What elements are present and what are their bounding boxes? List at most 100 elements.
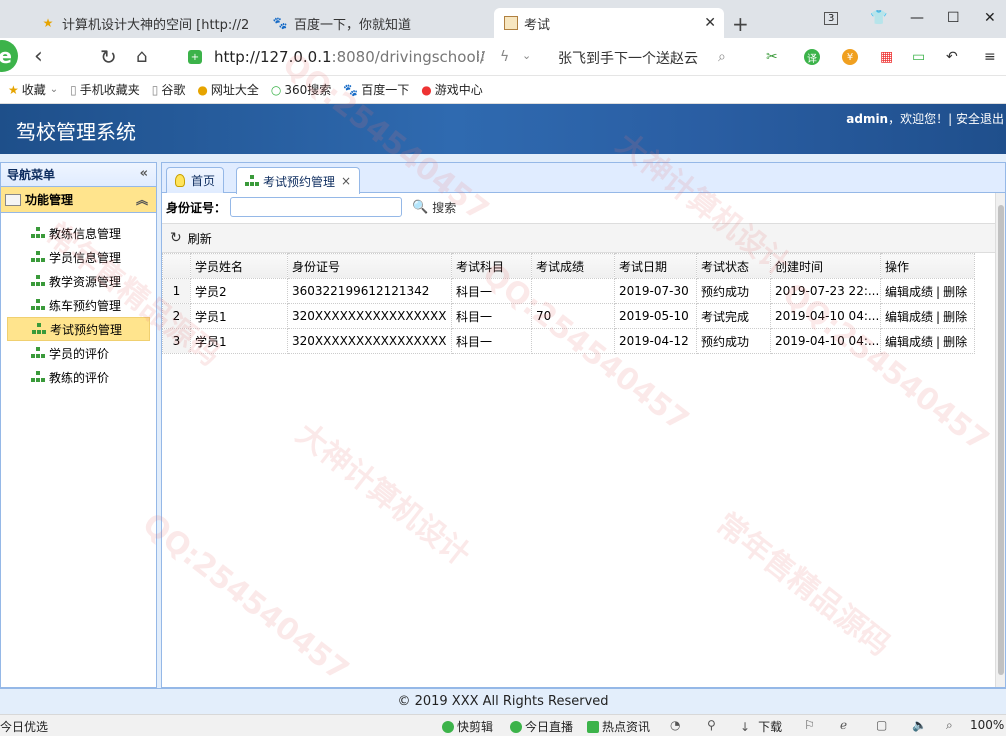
zoom-level[interactable]: 100% xyxy=(970,718,1004,732)
sidebar-item-practice-booking[interactable]: 练车预约管理 xyxy=(7,293,150,317)
edit-score-link[interactable]: 编辑成绩 xyxy=(885,335,933,349)
tab-home[interactable]: 首页 xyxy=(166,167,225,193)
close-tab-icon[interactable]: ✕ xyxy=(704,15,716,31)
column-header[interactable]: 考试科目 xyxy=(451,253,532,279)
back-icon[interactable]: ‹ xyxy=(34,44,43,69)
accordion-header[interactable]: 功能管理 ︽ xyxy=(1,187,156,213)
column-header[interactable]: 考试日期 xyxy=(614,253,697,279)
scrollbar-thumb[interactable] xyxy=(998,205,1004,675)
bookmark-label: 百度一下 xyxy=(361,83,410,97)
bookmark-360[interactable]: ○ 360搜索 xyxy=(271,81,331,98)
refresh-button[interactable]: 刷新 xyxy=(188,230,212,247)
scissors-icon[interactable]: ✂ xyxy=(766,49,778,65)
table-row[interactable]: 1 学员2 360322199612121342 科目一 2019-07-30 … xyxy=(162,278,975,304)
browser-tab-3[interactable]: 考试 ✕ xyxy=(494,8,724,38)
table-row[interactable]: 3 学员1 320XXXXXXXXXXXXXXXX 科目一 2019-04-12… xyxy=(162,328,975,354)
battery-icon[interactable]: ▭ xyxy=(912,49,925,65)
sidebar-item-student-review[interactable]: 学员的评价 xyxy=(7,341,150,365)
speed-icon[interactable]: ◔ xyxy=(670,718,680,732)
delete-link[interactable]: 删除 xyxy=(943,285,967,299)
speaker-icon[interactable]: 🔈 xyxy=(912,718,927,732)
edit-score-link[interactable]: 编辑成绩 xyxy=(885,310,933,324)
search-hint[interactable]: 张飞到手下一个送赵云 xyxy=(558,48,698,68)
column-header[interactable]: 考试成绩 xyxy=(531,253,615,279)
apps-icon[interactable]: ▦ xyxy=(880,49,893,65)
sidebar-title: 导航菜单 xyxy=(7,168,56,182)
user-info: admin，欢迎您！| 安全退出 xyxy=(846,110,1004,127)
status-item-live[interactable]: 今日直播 xyxy=(510,718,573,735)
refresh-icon[interactable]: ↻ xyxy=(170,230,182,246)
status-item-clip[interactable]: 快剪辑 xyxy=(442,718,493,735)
sidebar-item-student-info[interactable]: 学员信息管理 xyxy=(7,245,150,269)
flag-icon[interactable]: ⚐ xyxy=(804,718,815,732)
home-icon[interactable]: ⌂ xyxy=(136,46,147,67)
address-bar[interactable]: + http://127.0.0.1:8080/drivingschool/ xyxy=(188,43,550,71)
id-number-input[interactable] xyxy=(230,197,403,217)
news-icon xyxy=(587,720,599,733)
bookmark-mobile[interactable]: ▯ 手机收藏夹 xyxy=(70,81,140,98)
ie-icon[interactable]: ℯ xyxy=(840,718,847,732)
globe-icon: ● xyxy=(197,82,208,97)
accordion-title: 功能管理 xyxy=(25,193,74,207)
tab-count-badge[interactable]: 3 xyxy=(824,12,839,25)
bookmark-baidu[interactable]: 🐾 百度一下 xyxy=(343,81,409,98)
double-chevron-left-icon[interactable]: « xyxy=(140,166,148,181)
menu-icon[interactable]: ≡ xyxy=(984,49,996,65)
close-window-icon[interactable]: ✕ xyxy=(984,10,996,26)
subject-cell: 科目一 xyxy=(451,278,532,304)
status-cell: 考试完成 xyxy=(696,303,771,329)
delete-link[interactable]: 删除 xyxy=(943,335,967,349)
search-icon[interactable]: ⌕ xyxy=(718,49,726,65)
new-tab-icon[interactable]: + xyxy=(732,12,749,36)
bookmark-label: 游戏中心 xyxy=(434,83,483,97)
sidebar-item-exam-booking[interactable]: 考试预约管理 xyxy=(7,317,150,341)
tree-icon xyxy=(245,175,259,187)
actions-cell: 编辑成绩 | 删除 xyxy=(880,278,975,304)
search-button[interactable]: 🔍 搜索 xyxy=(412,199,456,216)
pin-icon[interactable]: ⚲ xyxy=(707,718,716,732)
sidebar-item-resources[interactable]: 教学资源管理 xyxy=(7,269,150,293)
status-item-label: 快剪辑 xyxy=(457,720,494,734)
bookmark-google[interactable]: ▯ 谷歌 xyxy=(152,81,186,98)
sidebar-item-coach-info[interactable]: 教练信息管理 xyxy=(7,221,150,245)
status-left[interactable]: 今日优选 xyxy=(0,718,48,735)
grid-icon[interactable]: ⁞⁞ xyxy=(476,49,485,65)
zoom-icon[interactable]: ⌕ xyxy=(946,718,953,733)
chevron-down-icon[interactable]: ⌄ xyxy=(522,49,531,62)
delete-link[interactable]: 删除 xyxy=(943,310,967,324)
bookmark-hao[interactable]: ● 网址大全 xyxy=(197,81,259,98)
search-button-label: 搜索 xyxy=(432,200,457,215)
status-item-download[interactable]: ↓ 下载 xyxy=(740,718,782,735)
translate-icon[interactable]: 译 xyxy=(804,49,820,65)
id-number-cell: 360322199612121342 xyxy=(287,278,452,304)
sidebar-item-label: 学员信息管理 xyxy=(49,250,122,265)
sidebar-item-coach-review[interactable]: 教练的评价 xyxy=(7,365,150,389)
table-row[interactable]: 2 学员1 320XXXXXXXXXXXXXXXX 科目一 70 2019-05… xyxy=(162,303,975,329)
id-number-cell: 320XXXXXXXXXXXXXXXX xyxy=(287,328,452,354)
bookmark-games[interactable]: ● 游戏中心 xyxy=(421,81,483,98)
browser-toolbar: e ‹ ↻ ⌂ + http://127.0.0.1:8080/drivings… xyxy=(0,38,1006,76)
column-header[interactable]: 身份证号 xyxy=(287,253,452,279)
column-header[interactable]: 考试状态 xyxy=(696,253,771,279)
chevron-up-icon[interactable]: ︽ xyxy=(136,191,148,208)
browser-tab-2[interactable]: 🐾 百度一下，你就知道 xyxy=(262,8,492,38)
maximize-icon[interactable]: ☐ xyxy=(947,10,960,26)
logout-link[interactable]: 安全退出 xyxy=(956,112,1004,126)
coin-icon[interactable]: ¥ xyxy=(842,49,858,65)
status-item-news[interactable]: 热点资讯 xyxy=(587,718,650,735)
column-header[interactable]: 学员姓名 xyxy=(190,253,288,279)
tab-exam-booking[interactable]: 考试预约管理 × xyxy=(236,167,361,194)
edit-score-link[interactable]: 编辑成绩 xyxy=(885,285,933,299)
undo-icon[interactable]: ↶ xyxy=(946,49,958,65)
browser-tab-1[interactable]: ★ 计算机设计大神的空间 [http://2 xyxy=(30,8,260,38)
vertical-scrollbar[interactable] xyxy=(995,193,1005,687)
minimize-icon[interactable]: — xyxy=(910,10,924,26)
reload-icon[interactable]: ↻ xyxy=(100,45,117,69)
column-header[interactable]: 创建时间 xyxy=(770,253,881,279)
bookmark-favorites[interactable]: ★ 收藏 ⌄ xyxy=(8,81,58,98)
close-icon[interactable]: × xyxy=(341,174,351,188)
lightning-icon[interactable]: ϟ xyxy=(500,49,509,65)
window-icon[interactable]: ▢ xyxy=(876,718,887,732)
shirt-icon[interactable]: 👕 xyxy=(870,10,887,26)
column-header[interactable]: 操作 xyxy=(880,253,975,279)
